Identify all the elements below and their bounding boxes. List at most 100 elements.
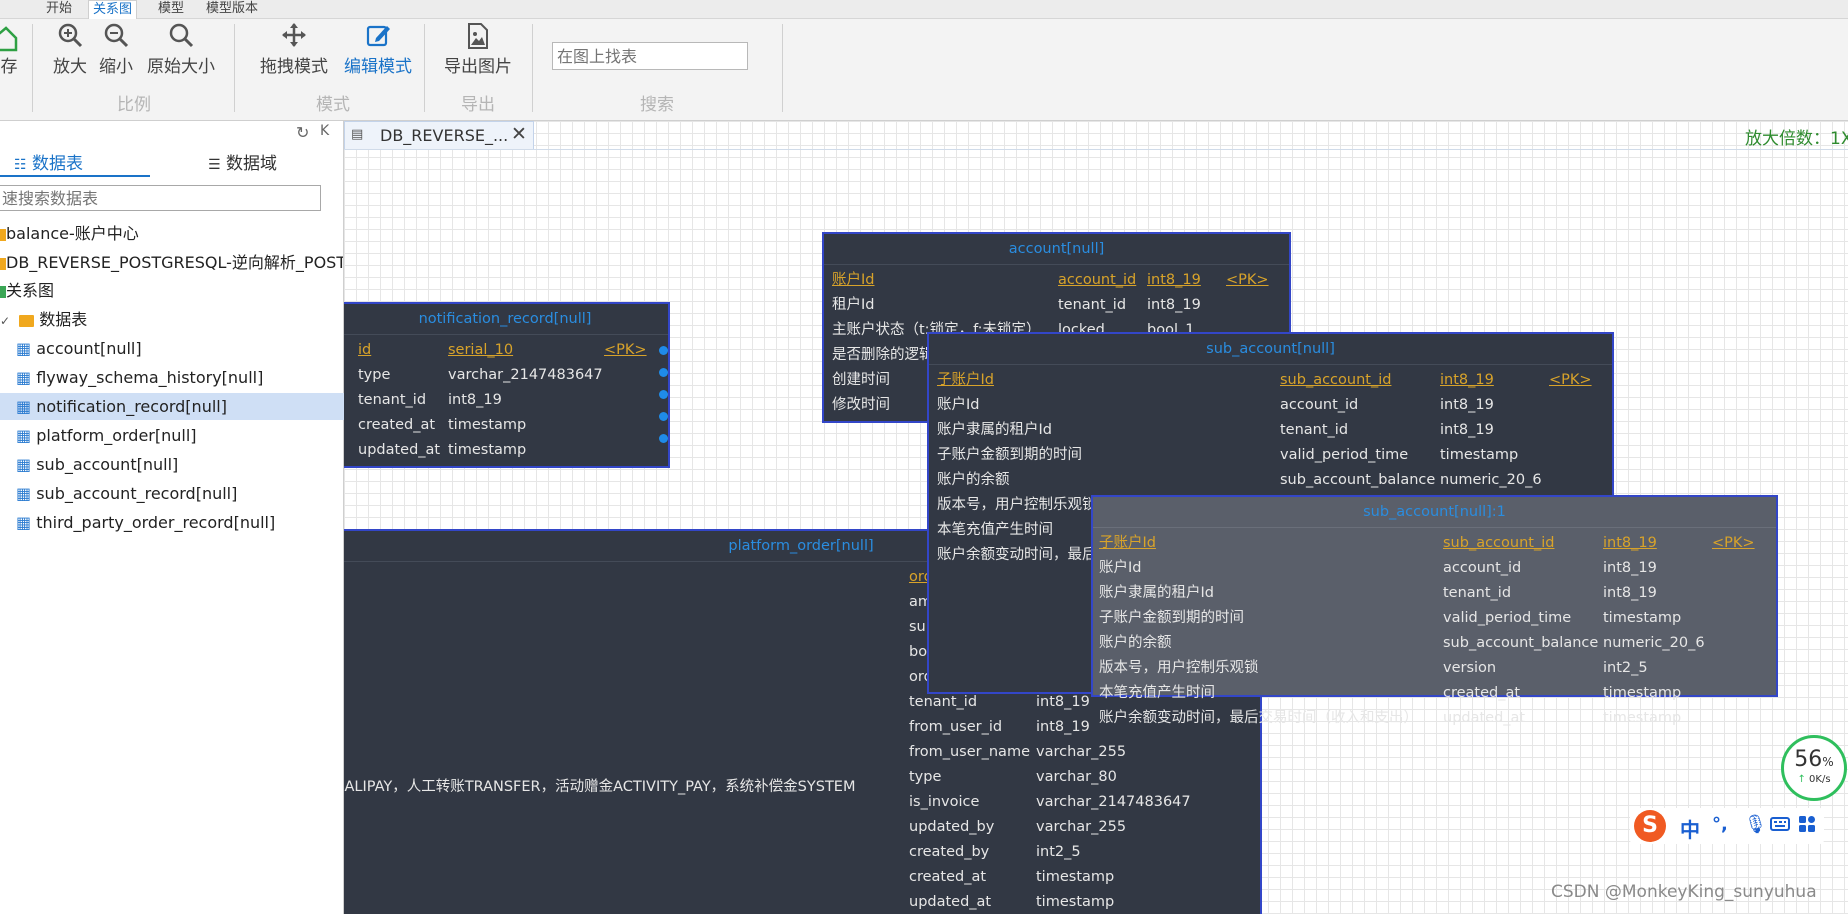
search-group-label: 搜索 — [640, 95, 674, 115]
tab-tables[interactable]: ☷ 数据表 — [14, 149, 83, 174]
drag-mode-button[interactable]: 拖拽模式 — [252, 22, 336, 77]
er-table-title: account[null] — [824, 234, 1289, 265]
field-type: int8_19 — [1440, 372, 1494, 388]
connector-handle[interactable] — [659, 412, 668, 421]
diagram-canvas[interactable]: ▤ DB_REVERSE_... ✕ 放大倍数：1X platform_orde… — [344, 121, 1848, 914]
tree-table-item[interactable]: ▦ account[null] — [0, 335, 359, 362]
field-name: updated_by — [909, 819, 995, 835]
left-panel: ↻ K ☷ 数据表 ☰ 数据域 balance-账户中心 DB_REVERSE_… — [0, 121, 359, 914]
diagram-search-input[interactable] — [552, 42, 748, 70]
er-table-sub-account-copy[interactable]: sub_account[null]:1 子账户Id sub_account_id… — [1091, 495, 1778, 726]
image-file-icon — [440, 22, 516, 52]
connector-handle[interactable] — [659, 368, 668, 377]
field-type: numeric_20_6 — [1603, 635, 1705, 651]
field-name: account_id — [1280, 397, 1359, 413]
field-name: sub_account_balance — [1280, 472, 1436, 488]
field-comment: 子账户Id — [937, 372, 994, 388]
connector-handle[interactable] — [659, 346, 668, 355]
zoom-out-label: 缩小 — [99, 57, 133, 77]
export-group-label: 导出 — [461, 95, 495, 115]
tree-table-item[interactable]: ▦ third_party_order_record[null] — [0, 509, 359, 536]
edit-mode-button[interactable]: 编辑模式 — [342, 22, 414, 77]
zoom-in-button[interactable]: 放大 — [48, 22, 92, 77]
field-name: version — [1443, 660, 1497, 676]
microphone-icon[interactable]: 🎙 — [1744, 814, 1767, 835]
upload-arrow-icon: ↑ — [1797, 774, 1806, 785]
export-image-button[interactable]: 导出图片 — [440, 22, 516, 77]
tree-table-label: notification_record[null] — [36, 397, 227, 416]
collapse-icon[interactable]: K — [320, 123, 329, 139]
save-icon — [0, 22, 18, 52]
field-comment: 修改时间 — [832, 397, 890, 413]
field-type: timestamp — [448, 442, 527, 458]
network-percent-sign: % — [1822, 755, 1834, 769]
field-name: sub_account_balance — [1443, 635, 1599, 651]
zoom-out-button[interactable]: 缩小 — [96, 22, 136, 77]
tree-db[interactable]: DB_REVERSE_POSTGRESQL-逆向解析_POSTGRESQL — [0, 249, 343, 276]
edit-icon — [342, 22, 414, 52]
sogou-logo-icon[interactable]: S — [1634, 810, 1666, 842]
field-type: timestamp — [1603, 710, 1682, 726]
save-button[interactable]: 存 — [0, 22, 18, 77]
er-table-notification-record[interactable]: notification_record[null] id serial_10 <… — [344, 302, 670, 468]
field-comment: 账户Id — [937, 397, 980, 413]
tree-table-item[interactable]: ▦ sub_account[null] — [0, 451, 359, 478]
field-comment: 账户的余额 — [937, 472, 1010, 488]
field-comment: 版本号，用户控制乐观锁 — [1099, 660, 1259, 676]
tree-module[interactable]: balance-账户中心 — [0, 220, 343, 247]
pk-marker: <PK> — [1226, 272, 1269, 288]
edit-mode-label: 编辑模式 — [344, 57, 412, 77]
tree-table-item[interactable]: ▦ platform_order[null] — [0, 422, 359, 449]
field-name: valid_period_time — [1443, 610, 1572, 626]
tree-table-label: sub_account[null] — [36, 455, 179, 474]
table-icon: ▦ — [16, 484, 32, 503]
document-tab[interactable]: ▤ DB_REVERSE_... ✕ — [344, 121, 534, 150]
original-size-button[interactable]: 原始大小 — [144, 22, 218, 77]
field-type: timestamp — [1603, 685, 1682, 701]
ime-punctuation-toggle[interactable]: °, — [1712, 814, 1728, 835]
field-type: varchar_255 — [1036, 819, 1127, 835]
tab-domains[interactable]: ☰ 数据域 — [208, 149, 277, 174]
menu-model-version[interactable]: 模型版本 — [202, 0, 262, 18]
refresh-icon[interactable]: ↻ — [296, 123, 309, 142]
tree-relation-diagram[interactable]: 关系图 — [0, 277, 343, 304]
field-name: is_invoice — [909, 794, 980, 810]
field-type: int8_19 — [1147, 272, 1201, 288]
tab-divider — [344, 149, 1848, 150]
tree-table-item[interactable]: ▦ flyway_schema_history[null] — [0, 364, 359, 391]
table-search-input[interactable] — [0, 185, 321, 211]
chevron-down-icon[interactable]: ✓ — [0, 314, 10, 328]
list-icon: ☰ — [208, 157, 221, 173]
tab-tables-label: 数据表 — [31, 154, 83, 174]
ime-language-toggle[interactable]: 中 — [1680, 814, 1700, 843]
tree-table-label: account[null] — [36, 339, 142, 358]
connector-handle[interactable] — [659, 390, 668, 399]
table-icon: ▦ — [16, 339, 32, 358]
menu-start[interactable]: 开始 — [42, 0, 76, 18]
menu-model[interactable]: 模型 — [154, 0, 188, 18]
keyboard-icon[interactable] — [1770, 816, 1790, 836]
menu-relation-diagram[interactable]: 关系图 — [88, 0, 138, 19]
field-type: timestamp — [1440, 447, 1519, 463]
tree-tables-folder[interactable]: ✓ 数据表 — [0, 306, 343, 333]
zoom-indicator: 放大倍数：1X — [1745, 129, 1848, 149]
field-name: valid_period_time — [1280, 447, 1409, 463]
tree-table-item-selected[interactable]: ▦ notification_record[null] — [0, 393, 359, 420]
network-speed: 0K/s — [1809, 774, 1831, 785]
field-name: tenant_id — [1058, 297, 1127, 313]
field-comment: 账户的余额 — [1099, 635, 1172, 651]
network-speed-widget[interactable]: 56% ↑ 0K/s — [1781, 735, 1847, 801]
er-table-title: sub_account[null]:1 — [1093, 497, 1776, 528]
table-icon: ▦ — [16, 426, 32, 445]
apps-grid-icon[interactable] — [1798, 815, 1816, 837]
search-icon — [144, 22, 218, 52]
connector-handle[interactable] — [659, 434, 668, 443]
field-name: created_at — [1443, 685, 1521, 701]
field-name: from_user_name — [909, 744, 1030, 760]
tree-table-item[interactable]: ▦ sub_account_record[null] — [0, 480, 359, 507]
close-icon[interactable]: ✕ — [511, 123, 527, 145]
field-type: int8_19 — [1603, 560, 1657, 576]
field-name: account_id — [1058, 272, 1137, 288]
field-comment: 是否删除的逻辑 — [832, 347, 934, 363]
field-type: numeric_20_6 — [1440, 472, 1542, 488]
